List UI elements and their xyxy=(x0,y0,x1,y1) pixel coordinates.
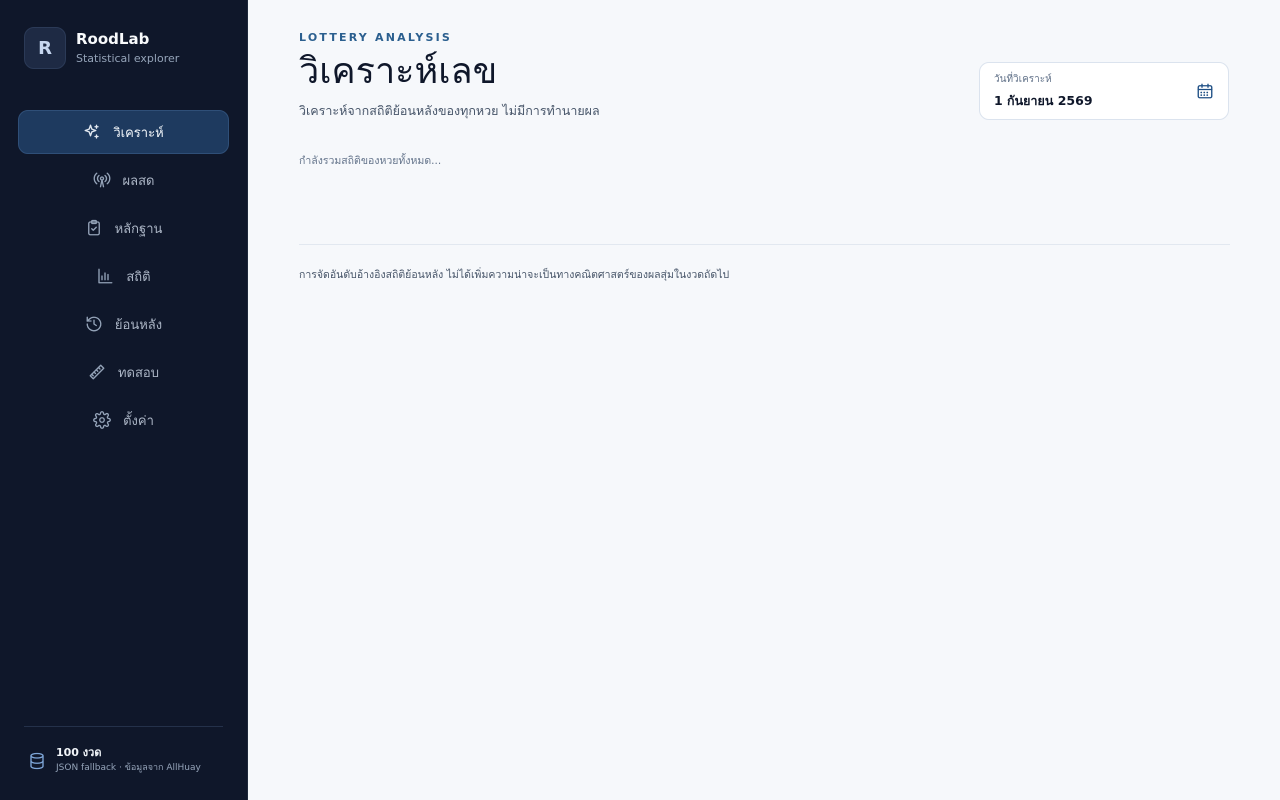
brand-logo: R xyxy=(24,27,66,69)
main-content: LOTTERY ANALYSIS วิเคราะห์เลข วิเคราะห์จ… xyxy=(248,0,1280,800)
sidebar-item-live[interactable]: ผลสด xyxy=(18,158,229,202)
date-picker[interactable]: วันที่วิเคราะห์ 1 กันยายน 2569 xyxy=(979,62,1229,120)
sidebar-item-analyze[interactable]: วิเคราะห์ xyxy=(18,110,229,154)
sidebar-item-label: ผลสด xyxy=(122,173,155,189)
brand[interactable]: R RoodLab Statistical explorer xyxy=(24,27,179,69)
sidebar-item-label: ตั้งค่า xyxy=(123,413,154,429)
disclaimer-text: การจัดอันดับอ้างอิงสถิติย้อนหลัง ไม่ได้เ… xyxy=(299,269,730,281)
sparkles-icon xyxy=(83,123,101,141)
data-source-text: JSON fallback · ข้อมูลจาก AllHuay xyxy=(56,763,201,773)
sidebar: R RoodLab Statistical explorer วิเคราะห์… xyxy=(0,0,248,800)
page-title: วิเคราะห์เลข xyxy=(299,51,498,92)
sidebar-item-test[interactable]: ทดสอบ xyxy=(18,350,229,394)
date-picker-value: 1 กันยายน 2569 xyxy=(994,93,1093,108)
sidebar-item-label: ย้อนหลัง xyxy=(114,317,163,333)
sidebar-item-evidence[interactable]: หลักฐาน xyxy=(18,206,229,250)
loading-status: กำลังรวมสถิติของหวยทั้งหมด... xyxy=(299,155,442,167)
database-icon xyxy=(28,751,46,771)
data-source-info: 100 งวด JSON fallback · ข้อมูลจาก AllHua… xyxy=(28,746,201,775)
brand-tagline: Statistical explorer xyxy=(76,52,180,65)
sidebar-item-label: วิเคราะห์ xyxy=(113,125,164,141)
sidebar-nav: วิเคราะห์ ผลสด หลักฐาน สถิติ ย้อนหลัง ทด… xyxy=(18,110,229,446)
broadcast-icon xyxy=(93,171,111,189)
content-divider xyxy=(299,244,1230,245)
page-subtitle: วิเคราะห์จากสถิติย้อนหลังของทุกหวย ไม่มี… xyxy=(299,103,600,118)
sidebar-item-label: ทดสอบ xyxy=(117,365,159,381)
ruler-icon xyxy=(88,363,106,381)
draw-count: 100 งวด xyxy=(56,746,102,759)
sidebar-item-history[interactable]: ย้อนหลัง xyxy=(18,302,229,346)
page-eyebrow: LOTTERY ANALYSIS xyxy=(299,31,453,44)
sidebar-item-label: สถิติ xyxy=(126,269,151,285)
brand-name: RoodLab xyxy=(76,30,150,48)
sidebar-divider xyxy=(24,726,223,727)
date-picker-label: วันที่วิเคราะห์ xyxy=(994,74,1052,85)
sidebar-item-settings[interactable]: ตั้งค่า xyxy=(18,398,229,442)
calendar-icon[interactable] xyxy=(1196,82,1214,100)
sidebar-item-label: หลักฐาน xyxy=(114,221,163,237)
history-icon xyxy=(85,315,103,333)
sidebar-item-stats[interactable]: สถิติ xyxy=(18,254,229,298)
gear-icon xyxy=(93,411,111,429)
bar-chart-icon xyxy=(96,267,114,285)
clipboard-check-icon xyxy=(85,219,103,237)
